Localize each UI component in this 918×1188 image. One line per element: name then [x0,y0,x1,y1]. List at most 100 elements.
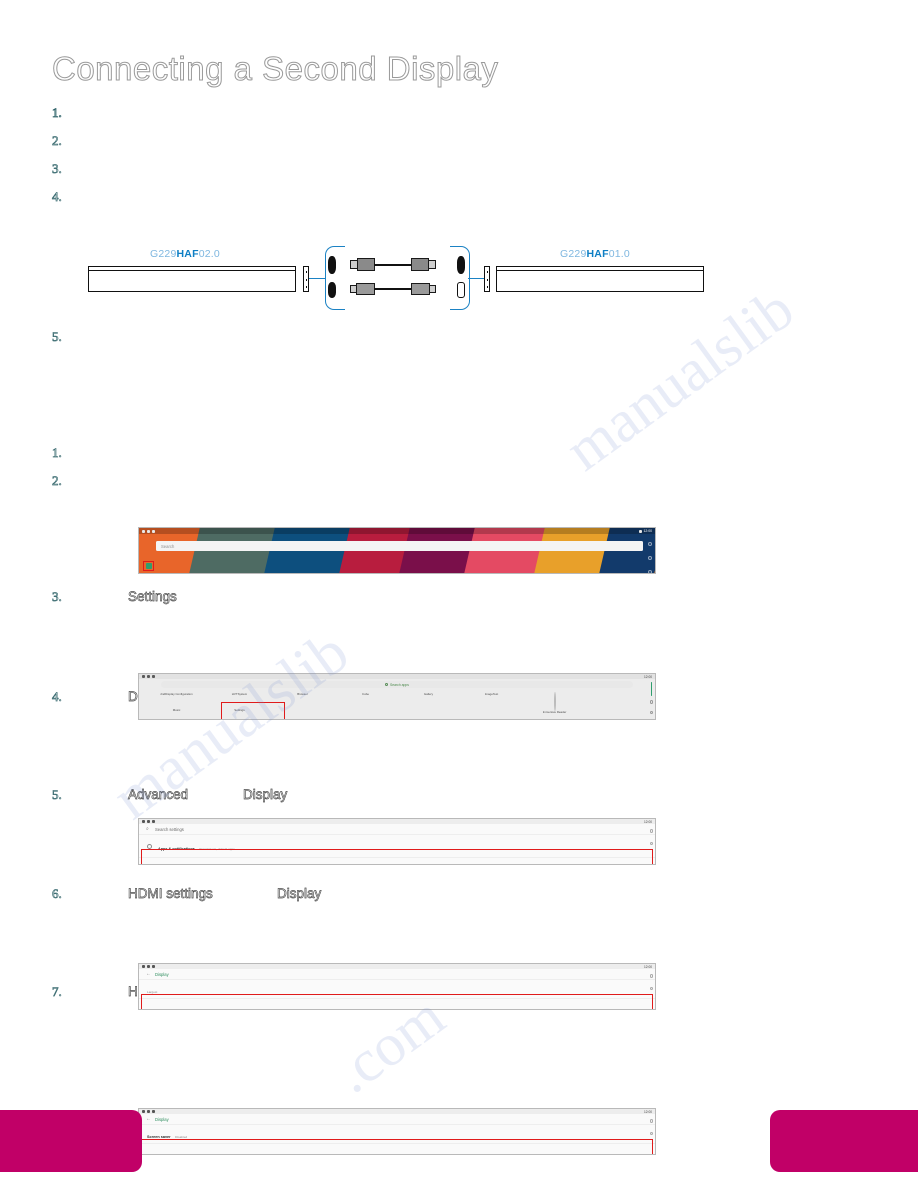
step-marker-5: 5. [52,787,62,803]
device-label-right-pre: G229 [560,248,587,260]
app-label: HVTSystem [231,692,248,696]
display-header-title: Display [155,971,169,977]
highlight-box-hdmi-settings [141,1139,653,1154]
hdmiset-status-left [142,1110,155,1113]
port-hdmi-right-top [457,256,465,274]
app-label: Immersive Reader [542,710,567,714]
cable-lower-plug-left [356,283,375,295]
list-item-marker-5: 5. [52,329,62,345]
settings-status-clock: 12:00 [644,819,652,824]
list-item-marker-2: 2. [52,133,62,149]
screenshot-display-settings: 12:00 ← Display Largest Sleep Never Adva… [138,963,656,1010]
nav-back-icon[interactable] [649,974,653,978]
device-label-left: G229HAF02.0 [150,248,220,260]
hdmiset-header-title: Display [155,1116,169,1122]
device-bar-left [88,266,296,292]
apps-icon [147,843,152,849]
drawer-status-clock: 12:00 [644,674,652,679]
display-nav-buttons[interactable] [649,974,653,990]
screenshot-app-drawer: 12:00 Search apps 2ndDisplay Configurati… [138,673,656,720]
nav-home-icon[interactable] [649,1131,653,1135]
home-search-bar[interactable]: Search [156,541,643,551]
step-5-label-advanced: Advanced [128,787,189,803]
settings-status-left [142,820,155,823]
nav-home-icon[interactable] [649,841,653,845]
app-label: Browser [297,692,308,696]
back-arrow-icon[interactable]: ← [146,972,151,977]
scrollbar[interactable] [650,682,652,696]
hardware-connection-diagram: G229HAF02.0 G229HAF01.0 [0,240,918,310]
nav-back-icon[interactable] [649,1119,653,1123]
list-item-marker-1: 1. [52,105,63,121]
device-label-left-bold: HAF [176,248,199,260]
drawer-search-label: Search apps [389,682,410,687]
cable-lower-plug-right-tip [429,285,436,293]
nav-back-icon[interactable] [649,700,653,704]
device-bar-right [496,266,704,292]
nav-buttons[interactable] [648,542,652,573]
settings-search-header[interactable]: ⌕ Search settings [139,824,655,834]
highlighted-app-icon[interactable] [143,561,154,571]
highlight-box-settings [221,702,285,719]
status-bar: 12:00 [139,528,655,534]
app-tile[interactable]: Immersive Reader [523,690,586,713]
device-label-right-post: 01.0 [608,248,630,260]
port-usb-right-bottom [457,282,465,298]
nav-back-icon[interactable] [649,829,653,833]
app-grid: 2ndDisplay Configuration HVTSystem Brows… [139,688,655,719]
step-marker-7: 7. [52,984,62,1000]
nav-back-icon[interactable] [648,542,652,546]
highlight-box-display [141,849,653,864]
nav-home-icon[interactable] [649,986,653,990]
footer-accent-bar-right [770,1110,918,1172]
app-tile[interactable]: Gallery [397,690,460,706]
highlight-box-advanced [141,994,653,1009]
step-5-label-display: Display [243,787,288,803]
port-usb-left-bottom [328,282,336,298]
app-label: 2ndDisplay Configuration [160,692,193,696]
app-label: Gallery [423,692,434,696]
settings-nav-buttons[interactable] [649,829,653,845]
app-tile[interactable]: Cube [334,690,397,706]
step-marker-1: 1. [52,445,62,461]
search-icon: ⌕ [146,826,149,832]
nav-home-icon[interactable] [648,556,652,560]
list-item-marker-4: 4. [52,189,62,205]
pointer-line-left [309,278,325,280]
app-tile[interactable]: Music [145,706,208,719]
hdmiset-nav-buttons[interactable] [649,1119,653,1135]
home-search-placeholder: Search [161,543,175,549]
app-tile[interactable]: ImageTest [460,690,523,706]
step-marker-4: 4. [52,689,62,705]
cable-lower-wire [374,288,412,290]
step-marker-2: 2. [52,473,62,489]
nav-home-icon[interactable] [649,710,653,714]
step-marker-3: 3. [52,589,62,605]
cable-upper-plug-right [411,258,429,271]
cable-upper-plug-right-tip [428,260,436,269]
app-label: Cube [362,692,369,696]
footer-accent-bar-left [0,1110,142,1172]
drawer-search-bar[interactable]: Search apps [161,681,633,688]
status-bar-left-icons [142,529,155,533]
settings-search-placeholder: Search settings [155,826,184,832]
screenshot-hdmi-settings-row: 12:00 ← Display Screen saver Disabled Sc… [138,1108,656,1155]
back-arrow-icon[interactable]: ← [146,1117,151,1122]
search-icon [384,683,388,686]
display-header: ← Display [139,969,655,979]
drawer-status-left [142,675,155,678]
hdmiset-status-clock: 12:00 [644,1109,652,1114]
app-tile[interactable]: 2ndDisplay Configuration [145,690,208,706]
display-status-clock: 12:00 [644,964,652,969]
step-6-label-display: Display [277,886,322,902]
device-label-left-pre: G229 [150,248,177,260]
app-icon-glyph [145,563,152,569]
drawer-nav-buttons[interactable] [649,700,653,714]
cable-lower-plug-right [411,283,430,295]
nav-recents-icon[interactable] [648,570,652,573]
cable-upper-plug-left [357,258,375,271]
port-hdmi-left-top [328,256,336,274]
step-6-label-hdmi-settings: HDMI settings [128,886,213,902]
app-label: ImageTest [484,692,499,696]
display-status-left [142,965,155,968]
